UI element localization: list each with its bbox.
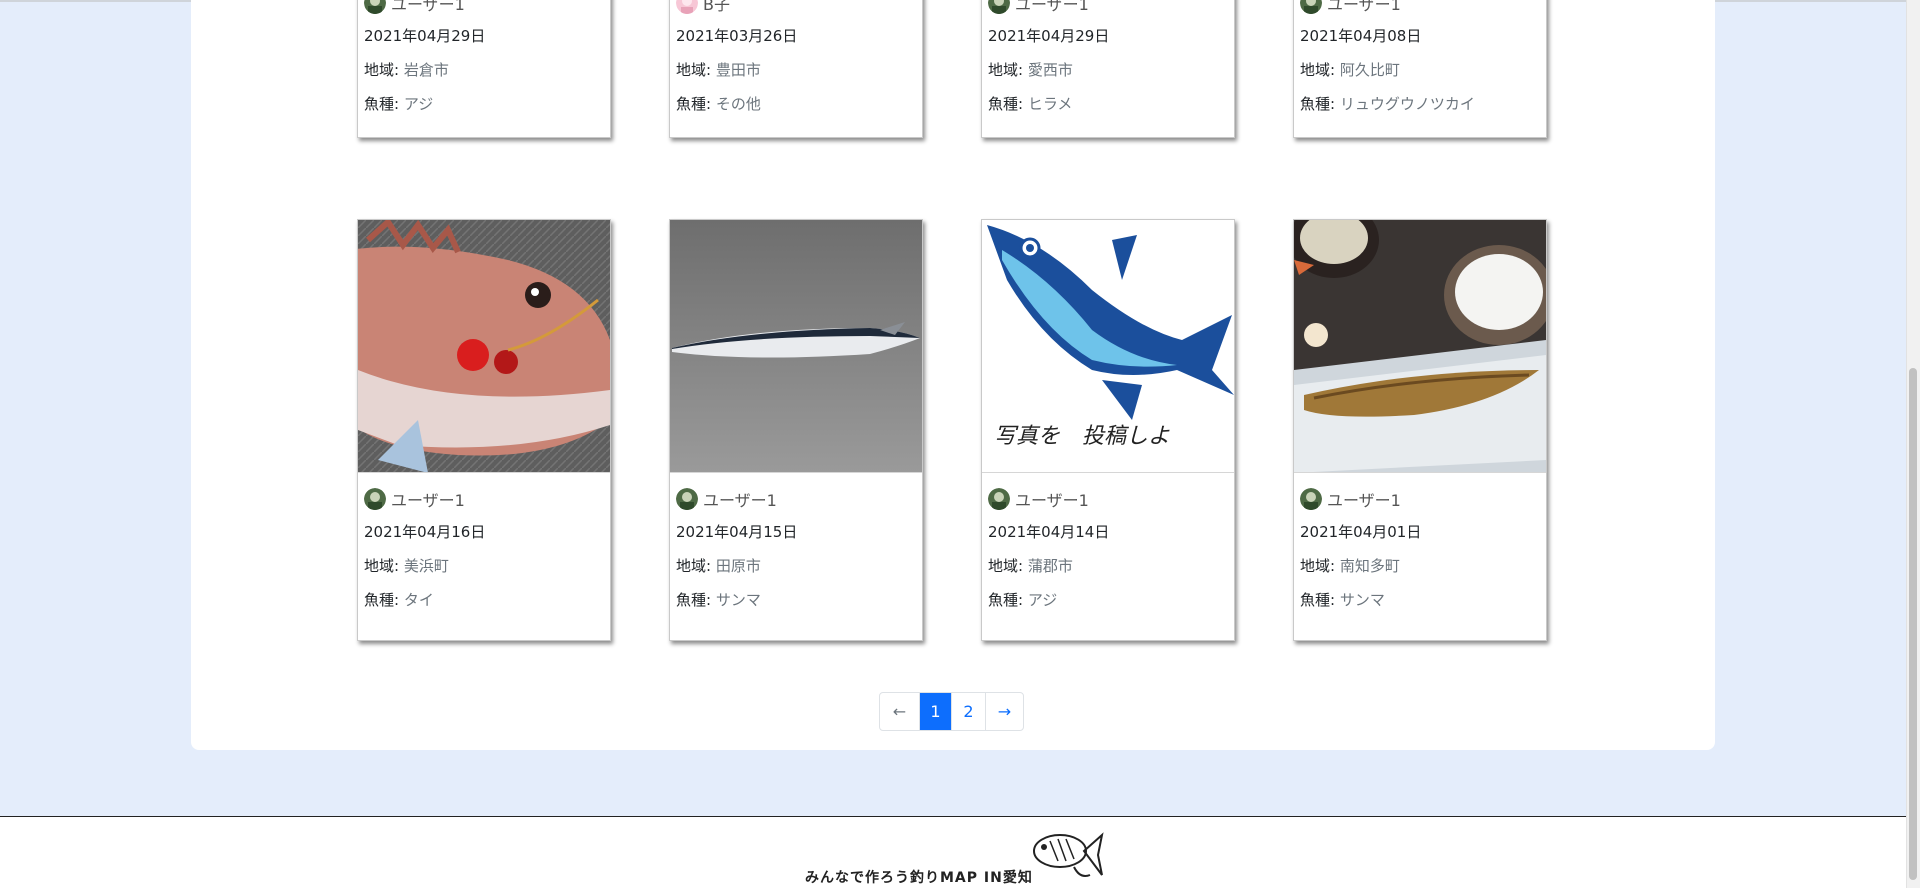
user-avatar-icon bbox=[364, 0, 386, 14]
vertical-scrollbar[interactable] bbox=[1906, 0, 1920, 888]
area-value: 阿久比町 bbox=[1339, 61, 1400, 79]
post-date: 2021年03月26日 bbox=[676, 27, 798, 45]
post-card[interactable]: ユーザー1 2021年04月29日 地域: 岩倉市 魚種: アジ bbox=[357, 0, 611, 138]
grilled-saury-meal-photo[interactable] bbox=[1294, 220, 1546, 473]
user-avatar-icon bbox=[988, 488, 1010, 510]
post-user-name[interactable]: ユーザー1 bbox=[1327, 487, 1401, 511]
fish-value: リュウグウノツカイ bbox=[1339, 95, 1475, 113]
area-value: 蒲郡市 bbox=[1027, 557, 1073, 575]
post-date: 2021年04月29日 bbox=[988, 27, 1110, 45]
fish-label: 魚種: bbox=[988, 95, 1028, 113]
pagination-page-2[interactable]: 2 bbox=[951, 693, 985, 730]
fish-value: アジ bbox=[1027, 591, 1058, 609]
post-date: 2021年04月14日 bbox=[988, 523, 1110, 541]
post-user-name[interactable]: ユーザー1 bbox=[703, 487, 777, 511]
fish-value: サンマ bbox=[715, 591, 761, 609]
sea-bream-photo[interactable] bbox=[358, 220, 610, 473]
post-date: 2021年04月29日 bbox=[364, 27, 486, 45]
pink-avatar-icon bbox=[676, 0, 698, 14]
post-card[interactable]: ユーザー1 2021年04月08日 地域: 阿久比町 魚種: リュウグウノツカイ bbox=[1293, 0, 1547, 138]
area-label: 地域: bbox=[1300, 61, 1340, 79]
pagination-page-1[interactable]: 1 bbox=[919, 693, 951, 730]
post-date: 2021年04月15日 bbox=[676, 523, 798, 541]
area-label: 地域: bbox=[988, 557, 1028, 575]
area-value: 愛西市 bbox=[1027, 61, 1073, 79]
fish-label: 魚種: bbox=[1300, 591, 1340, 609]
fish-label: 魚種: bbox=[676, 95, 716, 113]
content-panel: ユーザー1 2021年04月29日 地域: 岩倉市 魚種: アジ B子 2021… bbox=[191, 0, 1715, 750]
post-date: 2021年04月16日 bbox=[364, 523, 486, 541]
photo-caption: 写真を 投稿しよ bbox=[994, 424, 1171, 449]
post-card[interactable]: B子 2021年03月26日 地域: 豊田市 魚種: その他 bbox=[669, 0, 923, 138]
user-avatar-icon bbox=[676, 488, 698, 510]
area-label: 地域: bbox=[364, 61, 404, 79]
tuna-illustration[interactable]: 写真を 投稿しよ bbox=[982, 220, 1234, 473]
fish-label: 魚種: bbox=[988, 591, 1028, 609]
footer: みんなで作ろう釣りMAP IN愛知 bbox=[0, 816, 1906, 888]
area-label: 地域: bbox=[676, 61, 716, 79]
post-date: 2021年04月08日 bbox=[1300, 27, 1422, 45]
post-card[interactable]: ユーザー1 2021年04月01日 地域: 南知多町 魚種: サンマ bbox=[1293, 219, 1547, 641]
fish-label: 魚種: bbox=[364, 591, 404, 609]
area-value: 美浜町 bbox=[403, 557, 449, 575]
area-label: 地域: bbox=[676, 557, 716, 575]
pagination: ← 1 2 → bbox=[879, 692, 1024, 731]
fish-value: ヒラメ bbox=[1027, 95, 1073, 113]
area-value: 岩倉市 bbox=[403, 61, 449, 79]
user-avatar-icon bbox=[1300, 0, 1322, 14]
post-user-name[interactable]: ユーザー1 bbox=[1015, 0, 1089, 15]
fish-label: 魚種: bbox=[1300, 95, 1340, 113]
area-label: 地域: bbox=[1300, 557, 1340, 575]
saury-photo[interactable] bbox=[670, 220, 922, 473]
post-user-name[interactable]: B子 bbox=[703, 0, 730, 15]
fish-value: アジ bbox=[403, 95, 434, 113]
user-avatar-icon bbox=[988, 0, 1010, 14]
post-card[interactable]: ユーザー1 2021年04月16日 地域: 美浜町 魚種: タイ bbox=[357, 219, 611, 641]
area-value: 田原市 bbox=[715, 557, 761, 575]
post-card[interactable]: ユーザー1 2021年04月29日 地域: 愛西市 魚種: ヒラメ bbox=[981, 0, 1235, 138]
fish-label: 魚種: bbox=[364, 95, 404, 113]
post-user-name[interactable]: ユーザー1 bbox=[391, 487, 465, 511]
post-user-name[interactable]: ユーザー1 bbox=[1015, 487, 1089, 511]
fish-value: サンマ bbox=[1339, 591, 1385, 609]
area-value: 南知多町 bbox=[1339, 557, 1400, 575]
area-value: 豊田市 bbox=[715, 61, 761, 79]
fish-label: 魚種: bbox=[676, 591, 716, 609]
pagination-next-button[interactable]: → bbox=[985, 693, 1023, 730]
footer-logo-text[interactable]: みんなで作ろう釣りMAP IN愛知 bbox=[805, 867, 1033, 887]
pagination-prev-button[interactable]: ← bbox=[880, 693, 919, 730]
user-avatar-icon bbox=[364, 488, 386, 510]
post-date: 2021年04月01日 bbox=[1300, 523, 1422, 541]
post-user-name[interactable]: ユーザー1 bbox=[1327, 0, 1401, 15]
post-card[interactable]: ユーザー1 2021年04月15日 地域: 田原市 魚種: サンマ bbox=[669, 219, 923, 641]
area-label: 地域: bbox=[988, 61, 1028, 79]
post-user-name[interactable]: ユーザー1 bbox=[391, 0, 465, 15]
post-card[interactable]: 写真を 投稿しよ ユーザー1 2021年04月14日 地域: 蒲郡市 魚種: ア… bbox=[981, 219, 1235, 641]
user-avatar-icon bbox=[1300, 488, 1322, 510]
fish-value: タイ bbox=[403, 591, 434, 609]
fish-value: その他 bbox=[715, 95, 761, 113]
scrollbar-thumb[interactable] bbox=[1909, 368, 1917, 880]
fish-logo-icon bbox=[1033, 832, 1104, 877]
area-label: 地域: bbox=[364, 557, 404, 575]
